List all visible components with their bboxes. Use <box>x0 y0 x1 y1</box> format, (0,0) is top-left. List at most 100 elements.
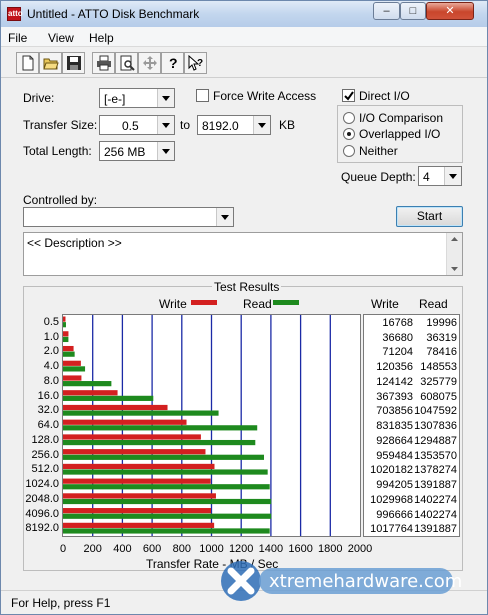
chevron-down-icon[interactable] <box>157 89 174 107</box>
new-file-icon <box>22 55 34 71</box>
read-bar <box>63 498 272 505</box>
chart-plot-area <box>62 314 361 537</box>
controlled-by-select[interactable] <box>23 207 234 227</box>
write-value: 71204 <box>382 346 413 359</box>
io-comparison-radio[interactable] <box>343 112 355 124</box>
read-value: 36319 <box>426 331 457 344</box>
direct-io-checkbox[interactable] <box>342 89 355 102</box>
overlapped-io-label: Overlapped I/O <box>359 127 441 141</box>
transfer-from-select[interactable]: 0.5 <box>99 115 175 135</box>
read-bar <box>63 366 86 372</box>
legend-read-swatch <box>273 300 299 305</box>
print-preview-icon <box>120 55 135 71</box>
help-button[interactable]: ? <box>161 52 184 74</box>
start-button[interactable]: Start <box>396 206 463 227</box>
title-bar[interactable]: atto Untitled - ATTO Disk Benchmark – □ … <box>1 1 487 27</box>
move-button[interactable] <box>138 52 161 74</box>
bar-chart <box>63 315 331 536</box>
write-bar <box>63 390 118 396</box>
print-button[interactable] <box>92 52 115 74</box>
drive-select[interactable]: [-e-] <box>99 88 175 108</box>
write-value: 831835 <box>376 420 413 433</box>
read-bar <box>63 425 258 431</box>
read-value: 1047592 <box>414 405 457 418</box>
legend-write-swatch <box>191 300 217 305</box>
category-label: 8.0 <box>43 374 59 387</box>
write-bar <box>63 478 211 484</box>
category-label: 0.5 <box>43 316 59 328</box>
write-value: 928664 <box>376 434 413 447</box>
chevron-down-icon[interactable] <box>216 208 233 226</box>
category-label: 4.0 <box>43 360 59 373</box>
menu-bar: File View Help <box>1 27 487 47</box>
minimize-button[interactable]: – <box>373 2 400 20</box>
read-value: 148553 <box>420 361 457 374</box>
new-file-button[interactable] <box>16 52 39 74</box>
write-bar <box>63 345 74 352</box>
category-label: 32.0 <box>37 404 59 417</box>
scroll-arrows-icon <box>451 237 458 271</box>
total-length-value: 256 MB <box>104 145 146 159</box>
description-scrollbar[interactable] <box>446 233 462 275</box>
read-value: 1294887 <box>414 434 457 447</box>
save-icon <box>67 56 81 70</box>
read-bar <box>63 322 66 328</box>
context-help-icon: ? <box>188 55 203 71</box>
close-button[interactable]: ✕ <box>426 2 474 20</box>
write-value: 703856 <box>376 405 413 418</box>
write-value: 1017764 <box>370 523 413 536</box>
total-length-label: Total Length: <box>23 144 92 158</box>
print-preview-button[interactable] <box>115 52 138 74</box>
menu-help[interactable]: Help <box>89 31 114 45</box>
read-value: 1391887 <box>414 523 457 536</box>
category-label: 256.0 <box>31 448 59 461</box>
to-label: to <box>180 118 191 132</box>
read-bar <box>63 395 154 401</box>
save-button[interactable] <box>62 52 85 74</box>
write-value: 36680 <box>382 331 413 344</box>
read-bar <box>63 454 265 460</box>
write-bar <box>63 434 201 440</box>
legend-write-label: Write <box>159 297 187 311</box>
force-write-checkbox[interactable] <box>196 89 209 102</box>
write-bar <box>63 493 216 499</box>
write-bar <box>63 316 66 322</box>
neither-radio[interactable] <box>343 145 355 157</box>
write-value: 994205 <box>376 479 413 492</box>
context-help-button[interactable]: ? <box>184 52 207 74</box>
chevron-down-icon[interactable] <box>253 116 270 134</box>
transfer-to-select[interactable]: 8192.0 <box>197 115 271 135</box>
description-field[interactable]: << Description >> <box>23 232 463 276</box>
values-table: 16768 19996 36680 36319 71204 78416 120356 1485… <box>363 314 460 537</box>
watermark-text: xtremehardware.com <box>269 571 463 592</box>
read-value: 1307836 <box>414 420 457 433</box>
svg-text:?: ? <box>197 58 203 69</box>
maximize-button[interactable]: □ <box>400 2 426 20</box>
category-label: 8192.0 <box>25 522 59 535</box>
category-label: 512.0 <box>31 463 59 476</box>
category-label: 4096.0 <box>25 507 59 520</box>
transfer-to-value: 8192.0 <box>202 119 239 133</box>
chevron-down-icon[interactable] <box>157 116 174 134</box>
force-write-label: Force Write Access <box>213 89 317 103</box>
read-bar <box>63 381 112 387</box>
total-length-select[interactable]: 256 MB <box>99 141 175 161</box>
description-text: << Description >> <box>27 236 122 250</box>
queue-depth-select[interactable]: 4 <box>418 166 462 186</box>
move-icon <box>143 56 157 70</box>
read-value: 19996 <box>426 317 457 329</box>
menu-view[interactable]: View <box>48 31 74 45</box>
overlapped-io-radio[interactable] <box>343 128 355 140</box>
write-value: 1029968 <box>370 493 413 506</box>
chevron-down-icon[interactable] <box>444 167 461 185</box>
read-bar <box>63 513 272 519</box>
open-button[interactable] <box>39 52 62 74</box>
legend-read-label: Read <box>243 297 272 311</box>
read-value: 78416 <box>426 346 457 359</box>
menu-file[interactable]: File <box>8 31 27 45</box>
watermark-logo: xtremehardware.com <box>219 554 462 604</box>
chevron-down-icon[interactable] <box>157 142 174 160</box>
write-value: 16768 <box>382 317 413 329</box>
category-label: 64.0 <box>37 419 59 432</box>
io-comparison-label: I/O Comparison <box>359 111 444 125</box>
